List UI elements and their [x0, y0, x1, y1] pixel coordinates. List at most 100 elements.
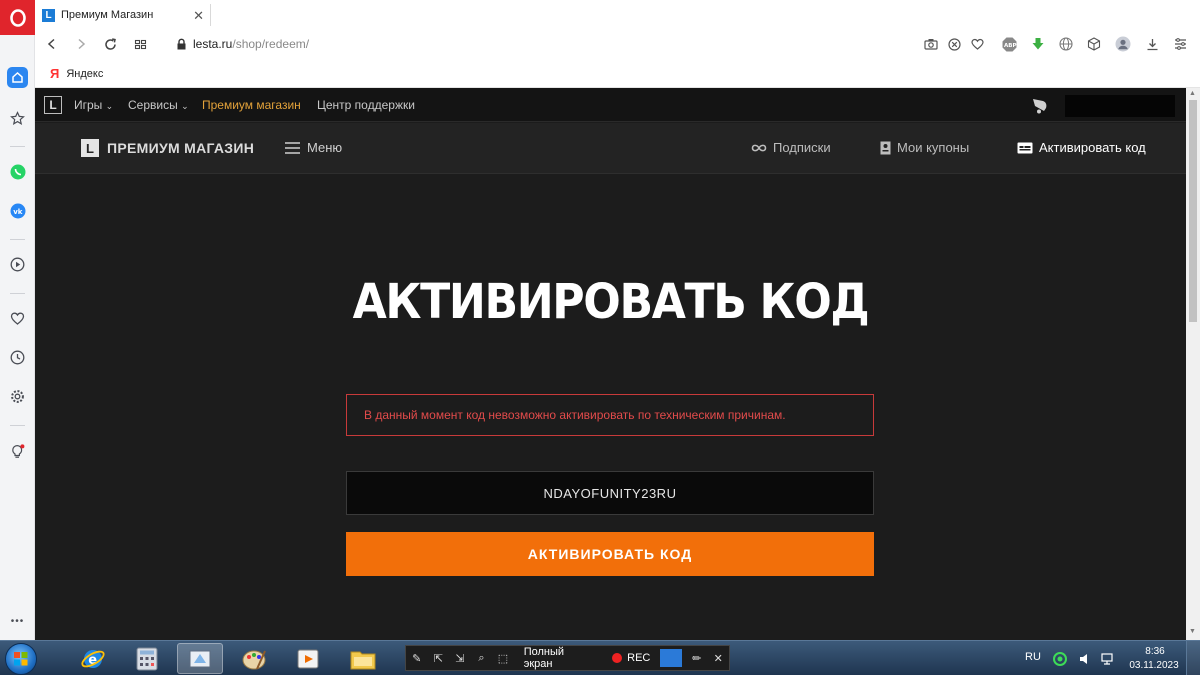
redeem-code-input[interactable]: [346, 471, 874, 515]
recorder-close-icon[interactable]: ✕: [707, 652, 729, 665]
user-profile-avatar-icon[interactable]: [1115, 36, 1131, 52]
svg-text:vk: vk: [13, 208, 23, 216]
clock-time[interactable]: 8:36: [1135, 646, 1175, 657]
clock-date[interactable]: 03.11.2023: [1124, 660, 1184, 671]
show-desktop-button[interactable]: [1186, 641, 1200, 675]
sidebar-divider: [10, 239, 25, 240]
reload-icon[interactable]: [101, 35, 119, 53]
recorder-pen-icon[interactable]: ✎: [406, 652, 428, 665]
coupon-ticket-icon: [880, 141, 891, 154]
bookmark-label: Яндекс: [66, 67, 104, 80]
taskbar-media-player[interactable]: [285, 643, 331, 674]
notifications-bell-icon[interactable]: [1030, 96, 1052, 114]
tab-divider: [210, 4, 211, 26]
paint-palette-icon: [242, 650, 266, 669]
scroll-down-arrow-icon[interactable]: ▼: [1189, 628, 1196, 635]
extensions-cube-icon[interactable]: [1086, 36, 1102, 52]
my-coupons-link[interactable]: Мои купоны: [880, 140, 969, 155]
shop-bar: L ПРЕМИУМ МАГАЗИН Меню Подписки Мои купо…: [35, 123, 1186, 174]
window-app-icon: [189, 650, 211, 667]
windows-start-button[interactable]: [5, 643, 37, 675]
back-arrow-icon[interactable]: [43, 35, 61, 53]
opera-logo-icon[interactable]: [0, 0, 35, 35]
hamburger-menu-icon: [285, 141, 300, 154]
code-card-icon: [1017, 142, 1033, 153]
recorder-region-icon[interactable]: ⬚: [492, 652, 514, 665]
taskbar-calculator[interactable]: [124, 643, 170, 674]
recorder-rec-button[interactable]: REC: [627, 652, 650, 664]
windows-logo-icon: [14, 652, 28, 666]
vkontakte-icon[interactable]: vk: [7, 200, 28, 221]
recorder-resize-icon[interactable]: ⇱: [428, 652, 450, 665]
network-icon[interactable]: [1100, 652, 1114, 666]
taskbar-opera-active[interactable]: [177, 643, 223, 674]
history-clock-icon[interactable]: [7, 347, 28, 368]
tab-bar: L Премиум Магазин ✕: [35, 0, 1200, 30]
svg-text:ABP: ABP: [1004, 43, 1016, 49]
nav-support-center[interactable]: Центр поддержки: [317, 98, 415, 112]
activate-code-button[interactable]: АКТИВИРОВАТЬ КОД: [346, 532, 874, 576]
sidebar-more-icon[interactable]: •••: [7, 611, 28, 632]
nav-services[interactable]: Сервисы ⌄: [128, 98, 189, 112]
tab-close-icon[interactable]: ✕: [193, 8, 204, 24]
volume-speaker-icon[interactable]: [1078, 652, 1092, 666]
premium-shop-logo[interactable]: L ПРЕМИУМ МАГАЗИН: [81, 139, 254, 157]
sidebar-divider: [10, 146, 25, 147]
sidebar-divider: [10, 293, 25, 294]
taskbar-file-explorer[interactable]: [340, 643, 386, 674]
activate-code-label: Активировать код: [1039, 140, 1146, 155]
scroll-thumb[interactable]: [1189, 100, 1197, 322]
lesta-favicon-icon: L: [42, 8, 55, 22]
tips-lightbulb-icon[interactable]: [7, 441, 28, 462]
shop-menu-label: Меню: [307, 140, 343, 155]
browser-sidebar: vk •••: [0, 0, 35, 640]
url-field[interactable]: lesta.ru/shop/redeem/: [193, 37, 309, 51]
record-dot-icon: [612, 653, 623, 663]
nav-premium-shop[interactable]: Премиум магазин: [202, 98, 301, 112]
url-path: /shop/redeem/: [232, 37, 310, 51]
pinboards-icon[interactable]: [7, 108, 28, 129]
language-indicator[interactable]: RU: [1025, 651, 1041, 663]
account-area[interactable]: [1065, 95, 1175, 117]
bookmarks-heart-icon[interactable]: [7, 308, 28, 329]
calculator-icon: [136, 647, 158, 670]
windows-taskbar: e ✎ ⇱ ⇲ ⌕ ⬚ Полный экран REC ✏ ✕ RU 8:36…: [0, 640, 1200, 675]
forward-arrow-icon[interactable]: [72, 35, 90, 53]
nav-services-label: Сервисы: [128, 98, 178, 112]
settings-gear-icon[interactable]: [7, 386, 28, 407]
page-scrollbar[interactable]: ▲ ▼: [1186, 88, 1200, 640]
tray-status-circle-icon[interactable]: [1053, 652, 1067, 666]
recorder-fullscreen-button[interactable]: Полный экран: [524, 646, 595, 670]
speed-dial-home-icon[interactable]: [7, 67, 28, 88]
recorder-shrink-icon[interactable]: ⇲: [449, 652, 471, 665]
error-message: В данный момент код невозможно активиров…: [346, 394, 874, 436]
nav-games[interactable]: Игры ⌄: [74, 98, 113, 112]
scroll-up-arrow-icon[interactable]: ▲: [1189, 90, 1196, 97]
download-extension-arrow-icon[interactable]: [1030, 36, 1046, 52]
taskbar-paint[interactable]: [231, 643, 277, 674]
whatsapp-icon[interactable]: [7, 161, 28, 182]
vpn-globe-icon[interactable]: [1058, 36, 1074, 52]
activate-code-link[interactable]: Активировать код: [1017, 140, 1146, 155]
secure-lock-icon[interactable]: [172, 35, 190, 53]
tab-overview-grid-icon[interactable]: [131, 35, 149, 53]
downloads-icon[interactable]: [1144, 36, 1160, 52]
easy-setup-menu-icon[interactable]: [1172, 36, 1188, 52]
lesta-logo-icon[interactable]: L: [44, 96, 62, 114]
bookmark-heart-icon[interactable]: [969, 36, 985, 52]
player-icon[interactable]: [7, 254, 28, 275]
subscriptions-link[interactable]: Подписки: [751, 140, 831, 155]
taskbar-internet-explorer[interactable]: e: [70, 643, 116, 674]
shop-logo-icon: L: [81, 139, 99, 157]
page-title: АКТИВИРОВАТЬ КОД: [352, 274, 870, 330]
adblock-cross-icon[interactable]: [946, 36, 962, 52]
shop-menu-button[interactable]: Меню: [285, 140, 342, 155]
recorder-zoom-icon[interactable]: ⌕: [471, 652, 493, 665]
browser-tab[interactable]: L Премиум Магазин ✕: [35, 0, 210, 30]
recorder-webcam-icon[interactable]: [660, 649, 682, 667]
bookmark-yandex[interactable]: Я Яндекс: [50, 66, 103, 81]
recorder-draw-icon[interactable]: ✏: [686, 652, 708, 665]
adblock-plus-extension-icon[interactable]: ABP: [1001, 36, 1017, 52]
shop-logo-text: ПРЕМИУМ МАГАЗИН: [107, 140, 255, 156]
snapshot-camera-icon[interactable]: [923, 36, 939, 52]
